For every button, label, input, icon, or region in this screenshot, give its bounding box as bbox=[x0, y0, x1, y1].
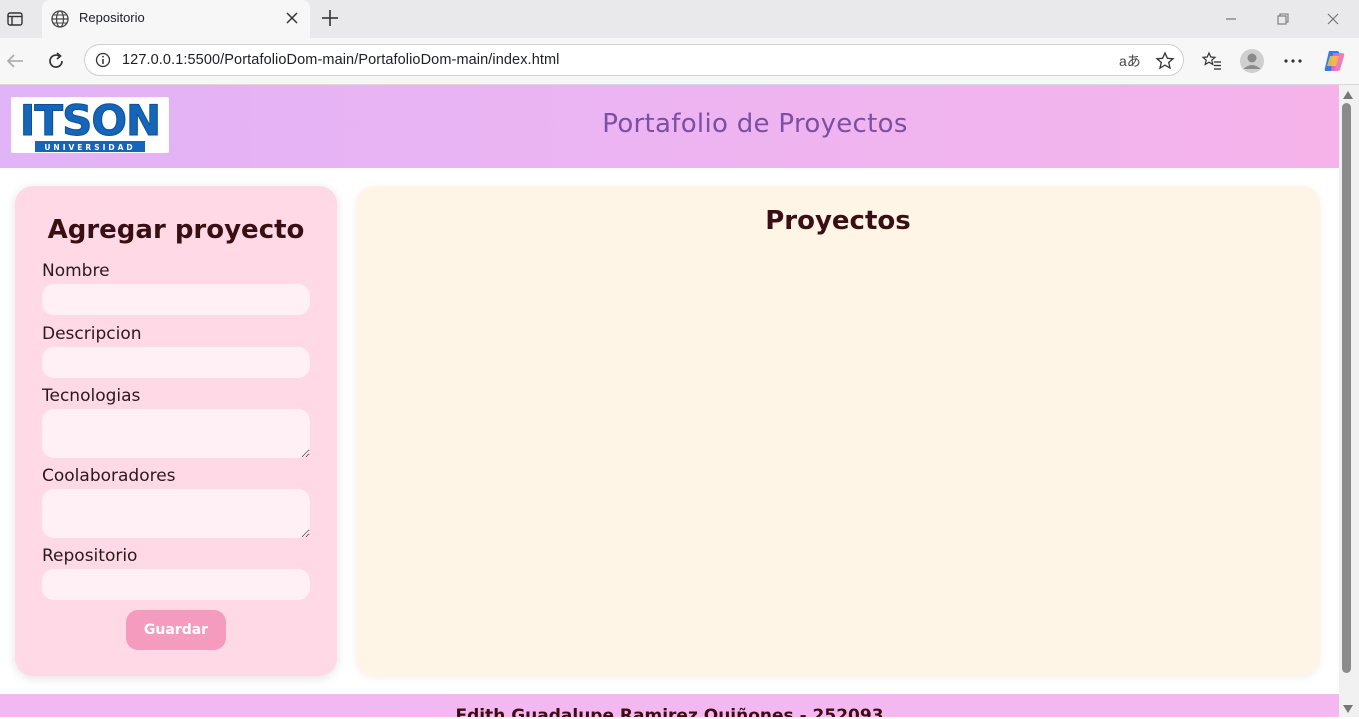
more-options-icon[interactable] bbox=[1282, 50, 1304, 77]
new-tab-icon[interactable] bbox=[320, 8, 340, 33]
footer-text: Edith Guadalupe Ramirez Quiñones - 25209… bbox=[455, 706, 884, 717]
svg-text:UNIVERSIDAD: UNIVERSIDAD bbox=[44, 143, 135, 152]
url-text[interactable]: 127.0.0.1:5500/PortafolioDom-main/Portaf… bbox=[122, 52, 559, 68]
page-scrollbar[interactable] bbox=[1339, 85, 1359, 717]
refresh-icon[interactable] bbox=[45, 50, 67, 77]
back-arrow-icon[interactable] bbox=[4, 50, 26, 77]
profile-avatar-icon[interactable] bbox=[1239, 48, 1265, 79]
tab-repositorio[interactable]: Repositorio bbox=[42, 0, 310, 38]
favorites-icon[interactable] bbox=[1201, 50, 1223, 77]
minimize-icon[interactable] bbox=[1218, 0, 1244, 38]
colaboradores-label: Coolaboradores bbox=[42, 466, 176, 486]
site-info-icon[interactable] bbox=[95, 52, 111, 73]
scrollbar-thumb[interactable] bbox=[1342, 103, 1351, 673]
tecnologias-textarea[interactable] bbox=[42, 409, 310, 458]
read-aloud-icon[interactable]: aあ bbox=[1119, 51, 1141, 71]
page-viewport: ITSON UNIVERSIDAD Portafolio de Proyecto… bbox=[0, 85, 1339, 717]
close-tab-icon[interactable] bbox=[284, 10, 300, 31]
descripcion-input[interactable] bbox=[42, 347, 310, 378]
tab-title: Repositorio bbox=[79, 10, 145, 25]
colaboradores-textarea[interactable] bbox=[42, 489, 310, 538]
add-project-form: Agregar proyecto Nombre Descripcion Tecn… bbox=[15, 186, 337, 676]
tab-actions-icon[interactable] bbox=[4, 0, 26, 38]
projects-title: Proyectos bbox=[765, 206, 911, 236]
tecnologias-label: Tecnologias bbox=[42, 386, 141, 406]
repositorio-label: Repositorio bbox=[42, 546, 138, 566]
close-window-icon[interactable] bbox=[1320, 0, 1346, 38]
page-footer: Edith Guadalupe Ramirez Quiñones - 25209… bbox=[0, 694, 1339, 717]
browser-tab-bar: Repositorio bbox=[0, 0, 1359, 38]
browser-toolbar: 127.0.0.1:5500/PortafolioDom-main/Portaf… bbox=[0, 38, 1359, 85]
page-header: ITSON UNIVERSIDAD Portafolio de Proyecto… bbox=[0, 85, 1339, 168]
descripcion-label: Descripcion bbox=[42, 324, 142, 344]
copilot-icon[interactable] bbox=[1321, 48, 1347, 79]
restore-icon[interactable] bbox=[1270, 0, 1296, 38]
save-button[interactable]: Guardar bbox=[126, 610, 226, 650]
projects-panel: Proyectos bbox=[356, 186, 1320, 676]
page-title: Portafolio de Proyectos bbox=[602, 109, 908, 139]
address-bar[interactable]: 127.0.0.1:5500/PortafolioDom-main/Portaf… bbox=[84, 44, 1184, 76]
scroll-down-arrow-icon[interactable] bbox=[1342, 701, 1354, 719]
nombre-input[interactable] bbox=[42, 284, 310, 315]
form-title: Agregar proyecto bbox=[47, 215, 305, 245]
globe-icon bbox=[50, 9, 70, 34]
nombre-label: Nombre bbox=[42, 261, 110, 281]
favorite-star-icon[interactable] bbox=[1155, 51, 1175, 76]
repositorio-input[interactable] bbox=[42, 569, 310, 600]
